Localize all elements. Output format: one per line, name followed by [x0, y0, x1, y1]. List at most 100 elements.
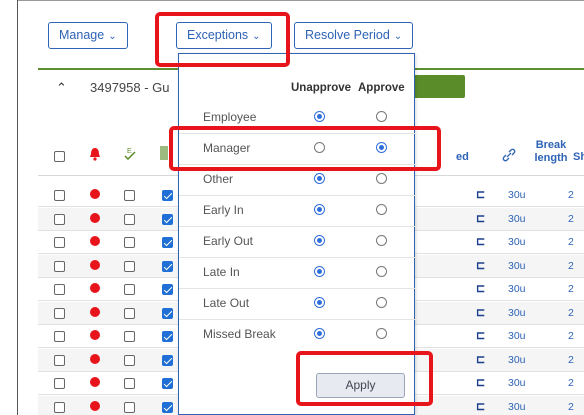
row-select-checkbox[interactable] [54, 308, 65, 319]
row-select-checkbox[interactable] [54, 355, 65, 366]
option-divider [179, 319, 416, 320]
unapprove-radio[interactable] [314, 204, 325, 215]
exceptions-button[interactable]: Exceptions ⌄ [176, 22, 272, 49]
manage-button[interactable]: Manage ⌄ [48, 22, 128, 49]
manager-approve-checkbox[interactable] [162, 237, 173, 248]
unapprove-radio[interactable] [314, 173, 325, 184]
break-length-value: 30u [508, 189, 526, 201]
break-length-value: 30u [508, 307, 526, 319]
option-divider [179, 288, 416, 289]
approve-radio[interactable] [376, 328, 387, 339]
shift-value: 2 [568, 260, 574, 272]
column-header-break-length[interactable]: Break length [531, 139, 571, 165]
break-length-value: 30u [508, 236, 526, 248]
exception-option-label: Early In [203, 203, 244, 217]
approve-radio[interactable] [376, 142, 387, 153]
employee-approve-checkbox[interactable] [124, 402, 135, 413]
employee-approve-icon: E [124, 146, 136, 161]
approve-radio[interactable] [376, 297, 387, 308]
row-select-checkbox[interactable] [54, 237, 65, 248]
shift-value: 2 [568, 401, 574, 413]
manage-button-label: Manage [59, 28, 105, 42]
shift-bracket-icon: ⊏ [476, 401, 486, 413]
row-select-checkbox[interactable] [54, 214, 65, 225]
employee-approve-checkbox[interactable] [124, 308, 135, 319]
unapprove-radio[interactable] [314, 328, 325, 339]
column-header-partial: ed [456, 151, 469, 163]
approve-radio[interactable] [376, 111, 387, 122]
manager-approve-checkbox[interactable] [162, 402, 173, 413]
shift-value: 2 [568, 307, 574, 319]
break-length-value: 30u [508, 354, 526, 366]
manager-approve-checkbox[interactable] [162, 284, 173, 295]
employee-approve-checkbox[interactable] [124, 284, 135, 295]
option-divider [179, 226, 416, 227]
exception-option-label: Early Out [203, 234, 254, 248]
apply-button[interactable]: Apply [316, 373, 405, 398]
exception-status-dot [90, 236, 100, 246]
chevron-down-icon: ⌄ [108, 31, 117, 42]
row-select-checkbox[interactable] [54, 378, 65, 389]
break-length-value: 30u [508, 283, 526, 295]
row-select-checkbox[interactable] [54, 284, 65, 295]
svg-text:E: E [127, 148, 132, 155]
row-select-checkbox[interactable] [54, 261, 65, 272]
shift-value: 2 [568, 236, 574, 248]
manager-approve-checkbox[interactable] [162, 308, 173, 319]
unapprove-radio[interactable] [314, 142, 325, 153]
break-length-value: 30u [508, 260, 526, 272]
exception-option-late-out: Late Out [179, 288, 416, 318]
manager-approve-checkbox[interactable] [162, 331, 173, 342]
frame-border-top [17, 0, 584, 1]
employee-approve-checkbox[interactable] [124, 190, 135, 201]
collapse-chevron-up-icon[interactable]: ⌃ [56, 80, 67, 96]
manager-approve-checkbox[interactable] [162, 214, 173, 225]
employee-approve-checkbox[interactable] [124, 355, 135, 366]
employee-approve-checkbox[interactable] [124, 214, 135, 225]
exception-status-dot [90, 189, 100, 199]
employee-approve-checkbox[interactable] [124, 378, 135, 389]
approve-radio[interactable] [376, 204, 387, 215]
column-header-unapprove: Unapprove [291, 82, 352, 94]
unapprove-radio[interactable] [314, 111, 325, 122]
exception-option-label: Manager [203, 141, 251, 155]
shift-value: 2 [568, 354, 574, 366]
unapprove-radio[interactable] [314, 235, 325, 246]
break-length-value: 30u [508, 401, 526, 413]
shift-bracket-icon: ⊏ [476, 213, 486, 225]
manager-approve-checkbox[interactable] [162, 378, 173, 389]
employee-approve-checkbox[interactable] [124, 237, 135, 248]
exception-option-label: Late In [203, 265, 240, 279]
bell-alert-icon [89, 147, 101, 161]
exception-status-dot [90, 377, 100, 387]
approve-radio[interactable] [376, 235, 387, 246]
manager-approve-checkbox[interactable] [162, 355, 173, 366]
row-select-checkbox[interactable] [54, 331, 65, 342]
shift-bracket-icon: ⊏ [476, 377, 486, 389]
row-select-checkbox[interactable] [54, 190, 65, 201]
column-header-shift[interactable]: Shift [573, 151, 584, 164]
exception-status-dot [90, 283, 100, 293]
row-select-checkbox[interactable] [54, 402, 65, 413]
exception-option-late-in: Late In [179, 257, 416, 287]
unapprove-radio[interactable] [314, 297, 325, 308]
option-divider [179, 133, 416, 134]
group-title: 3497958 - Gu [90, 80, 170, 95]
employee-approve-checkbox[interactable] [124, 261, 135, 272]
approve-radio[interactable] [376, 266, 387, 277]
shift-bracket-icon: ⊏ [476, 260, 486, 272]
exception-option-label: Other [203, 172, 234, 186]
exception-status-dot [90, 354, 100, 364]
shift-value: 2 [568, 213, 574, 225]
exception-option-early-out: Early Out [179, 226, 416, 256]
shift-bracket-icon: ⊏ [476, 307, 486, 319]
exception-status-dot [90, 330, 100, 340]
unapprove-radio[interactable] [314, 266, 325, 277]
manager-approve-checkbox[interactable] [162, 261, 173, 272]
select-all-checkbox[interactable] [54, 151, 65, 162]
resolve-period-button[interactable]: Resolve Period ⌄ [294, 22, 414, 49]
manager-approve-checkbox[interactable] [162, 190, 173, 201]
approve-radio[interactable] [376, 173, 387, 184]
screenshot-root: Manage ⌄ Exceptions ⌄ Resolve Period ⌄ ⌃ 34… [0, 0, 584, 415]
employee-approve-checkbox[interactable] [124, 331, 135, 342]
